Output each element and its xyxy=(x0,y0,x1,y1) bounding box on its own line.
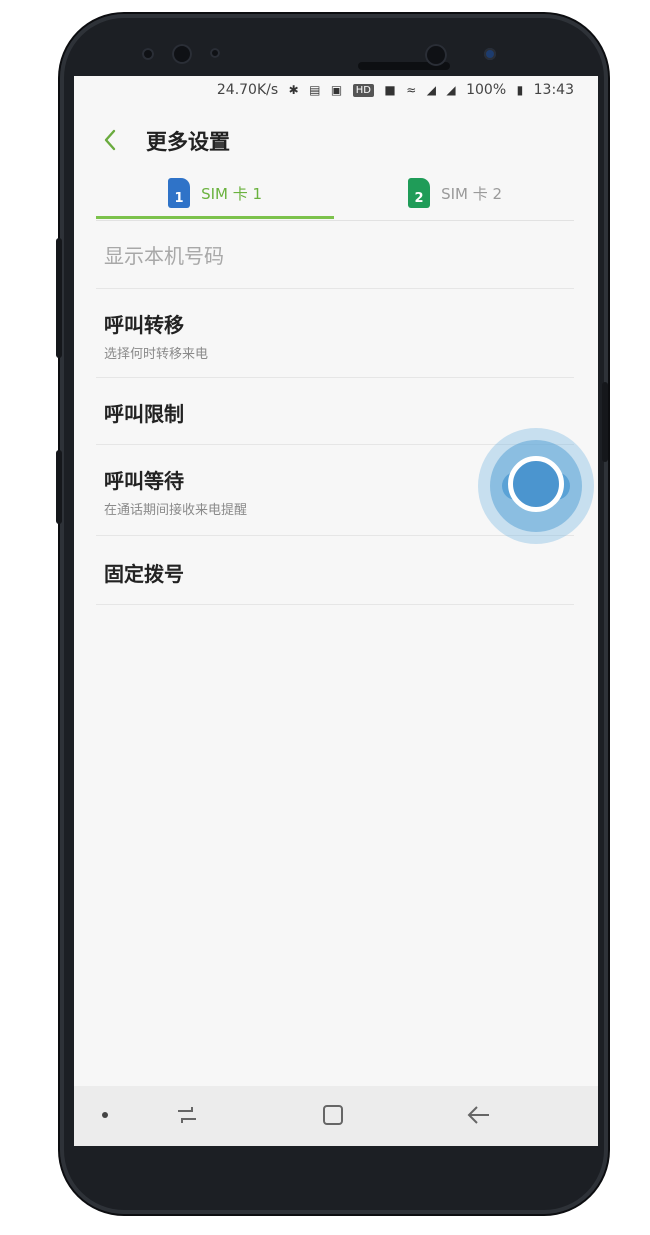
toggle-thumb[interactable] xyxy=(508,456,564,512)
home-icon xyxy=(323,1105,343,1125)
tab-sim-1-label: SIM 卡 1 xyxy=(201,184,263,203)
screen: 24.70K/s ✱ ▤ ▣ HD ■ ≈ ◢ ◢ 100% ▮ 13:43 更… xyxy=(74,76,598,1146)
page-title: 更多设置 xyxy=(146,130,230,154)
tab-sim-1[interactable]: 1 SIM 卡 1 xyxy=(96,168,334,220)
back-nav-button[interactable] xyxy=(466,1102,492,1132)
setting-subtitle: 选择何时转移来电 xyxy=(104,347,209,362)
bluetooth-icon: ✱ xyxy=(288,83,299,97)
app-icon: ■ xyxy=(384,83,396,97)
recent-apps-icon xyxy=(178,1107,196,1123)
no-sim-icon: ◢ xyxy=(426,83,436,97)
camera-led-icon xyxy=(484,48,496,60)
sim-1-icon: 1 xyxy=(167,178,190,208)
setting-subtitle: 在通话期间接收来电提醒 xyxy=(104,503,248,518)
back-arrow-icon xyxy=(467,1106,489,1124)
setting-show-my-number[interactable]: 显示本机号码 xyxy=(96,224,574,289)
clock: 13:43 xyxy=(533,82,574,98)
setting-title: 呼叫限制 xyxy=(104,402,184,426)
network-speed: 24.70K/s xyxy=(216,82,279,98)
status-bar: 24.70K/s ✱ ▤ ▣ HD ■ ≈ ◢ ◢ 100% ▮ 13:43 xyxy=(74,82,574,112)
tab-sim-2-label: SIM 卡 2 xyxy=(441,184,503,203)
sim-tabs: 1 SIM 卡 1 2 SIM 卡 2 xyxy=(96,168,574,222)
signal-icon: ◢ xyxy=(446,83,456,97)
proximity-sensor-icon xyxy=(210,48,220,58)
recent-apps-button[interactable] xyxy=(174,1102,200,1132)
home-button[interactable] xyxy=(320,1102,346,1132)
setting-call-forwarding[interactable]: 呼叫转移 选择何时转移来电 xyxy=(96,289,574,378)
settings-list: 显示本机号码 呼叫转移 选择何时转移来电 呼叫限制 呼叫等待 在通话期间接收来电… xyxy=(96,224,574,605)
sim-2-icon: 2 xyxy=(407,178,430,208)
hd-icon: HD xyxy=(352,83,374,97)
dot-indicator-icon xyxy=(102,1112,108,1118)
setting-title: 显示本机号码 xyxy=(104,244,224,268)
volume-button xyxy=(56,238,62,358)
back-button[interactable] xyxy=(98,124,124,156)
navigation-bar xyxy=(74,1086,598,1146)
bixby-button xyxy=(56,450,62,524)
sim-1-badge: 1 xyxy=(174,191,184,206)
notification-icon: ▣ xyxy=(330,83,343,97)
call-waiting-toggle-area xyxy=(478,428,594,544)
nfc-icon: ▤ xyxy=(309,83,321,97)
tabs-divider xyxy=(96,220,574,221)
tab-selected-indicator xyxy=(96,216,334,219)
setting-title: 呼叫等待 xyxy=(104,469,184,493)
sensor-icon xyxy=(142,48,154,60)
front-camera-icon xyxy=(425,44,447,66)
sim-2-badge: 2 xyxy=(414,191,424,206)
chevron-left-icon xyxy=(104,129,116,151)
setting-title: 固定拨号 xyxy=(104,562,184,586)
power-button xyxy=(602,382,608,462)
battery-icon: ▮ xyxy=(516,83,524,97)
tab-sim-2[interactable]: 2 SIM 卡 2 xyxy=(336,168,574,220)
setting-title: 呼叫转移 xyxy=(104,313,184,337)
battery-level: 100% xyxy=(466,82,507,98)
app-bar: 更多设置 xyxy=(74,116,598,166)
wifi-icon: ≈ xyxy=(406,83,417,97)
iris-sensor-icon xyxy=(172,44,192,64)
setting-fixed-dialing[interactable]: 固定拨号 xyxy=(96,536,574,605)
